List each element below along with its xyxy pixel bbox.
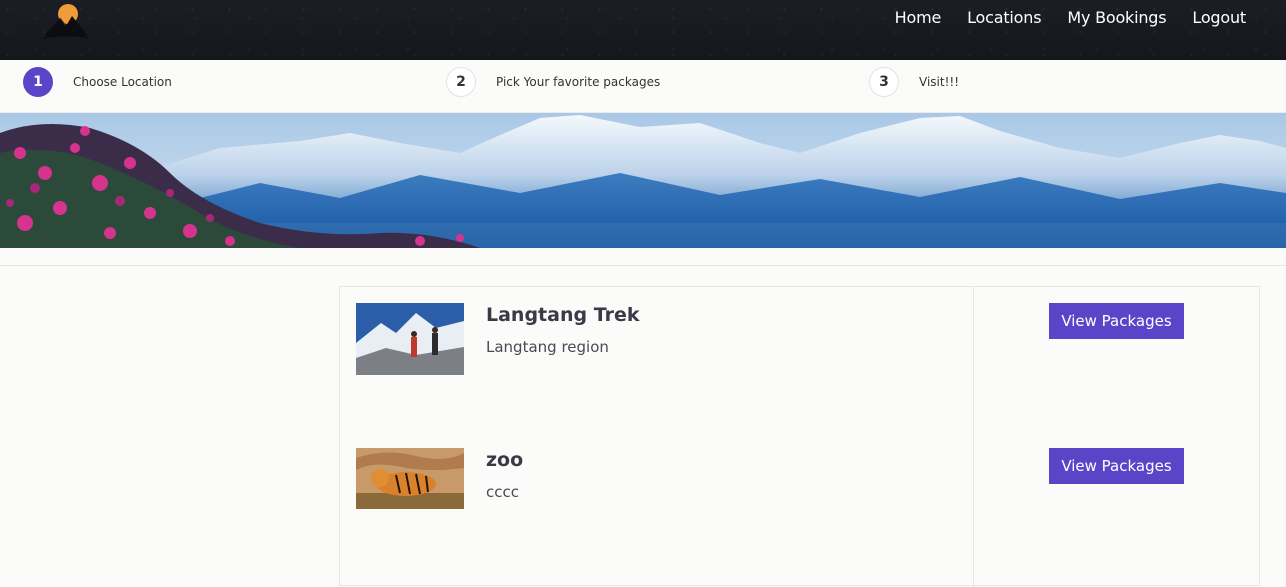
nav-locations-link[interactable]: Locations — [967, 8, 1041, 27]
step-number-badge: 2 — [446, 67, 476, 97]
step-label: Visit!!! — [919, 75, 960, 89]
view-packages-button[interactable]: View Packages — [1049, 448, 1184, 484]
section-divider — [0, 265, 1286, 266]
location-name: zoo — [486, 449, 524, 471]
step-number-badge: 1 — [23, 67, 53, 97]
view-packages-button[interactable]: View Packages — [1049, 303, 1184, 339]
step-label: Pick Your favorite packages — [496, 75, 661, 89]
mountain-banner-image — [0, 113, 1286, 248]
step-choose-location: 1 Choose Location — [23, 66, 172, 98]
step-visit: 3 Visit!!! — [869, 66, 959, 98]
nav-logout-link[interactable]: Logout — [1192, 8, 1246, 27]
booking-steps: 1 Choose Location 2 Pick Your favorite p… — [0, 60, 1286, 113]
location-description: cccc — [486, 483, 519, 501]
nav-links: Home Locations My Bookings Logout — [869, 0, 1247, 34]
logo-mountain-sun-icon[interactable] — [40, 2, 92, 42]
top-navbar: Home Locations My Bookings Logout — [0, 0, 1286, 60]
location-description: Langtang region — [486, 338, 609, 356]
nav-home-link[interactable]: Home — [895, 8, 942, 27]
card-column-divider — [973, 287, 974, 587]
langtang-trek-thumbnail — [356, 303, 464, 375]
zoo-tiger-thumbnail — [356, 448, 464, 509]
nav-my-bookings-link[interactable]: My Bookings — [1067, 8, 1166, 27]
location-name: Langtang Trek — [486, 304, 640, 326]
step-label: Choose Location — [73, 75, 172, 89]
step-pick-packages: 2 Pick Your favorite packages — [446, 66, 660, 98]
step-number-badge: 3 — [869, 67, 899, 97]
locations-card: Langtang Trek Langtang region View Packa… — [339, 286, 1260, 587]
